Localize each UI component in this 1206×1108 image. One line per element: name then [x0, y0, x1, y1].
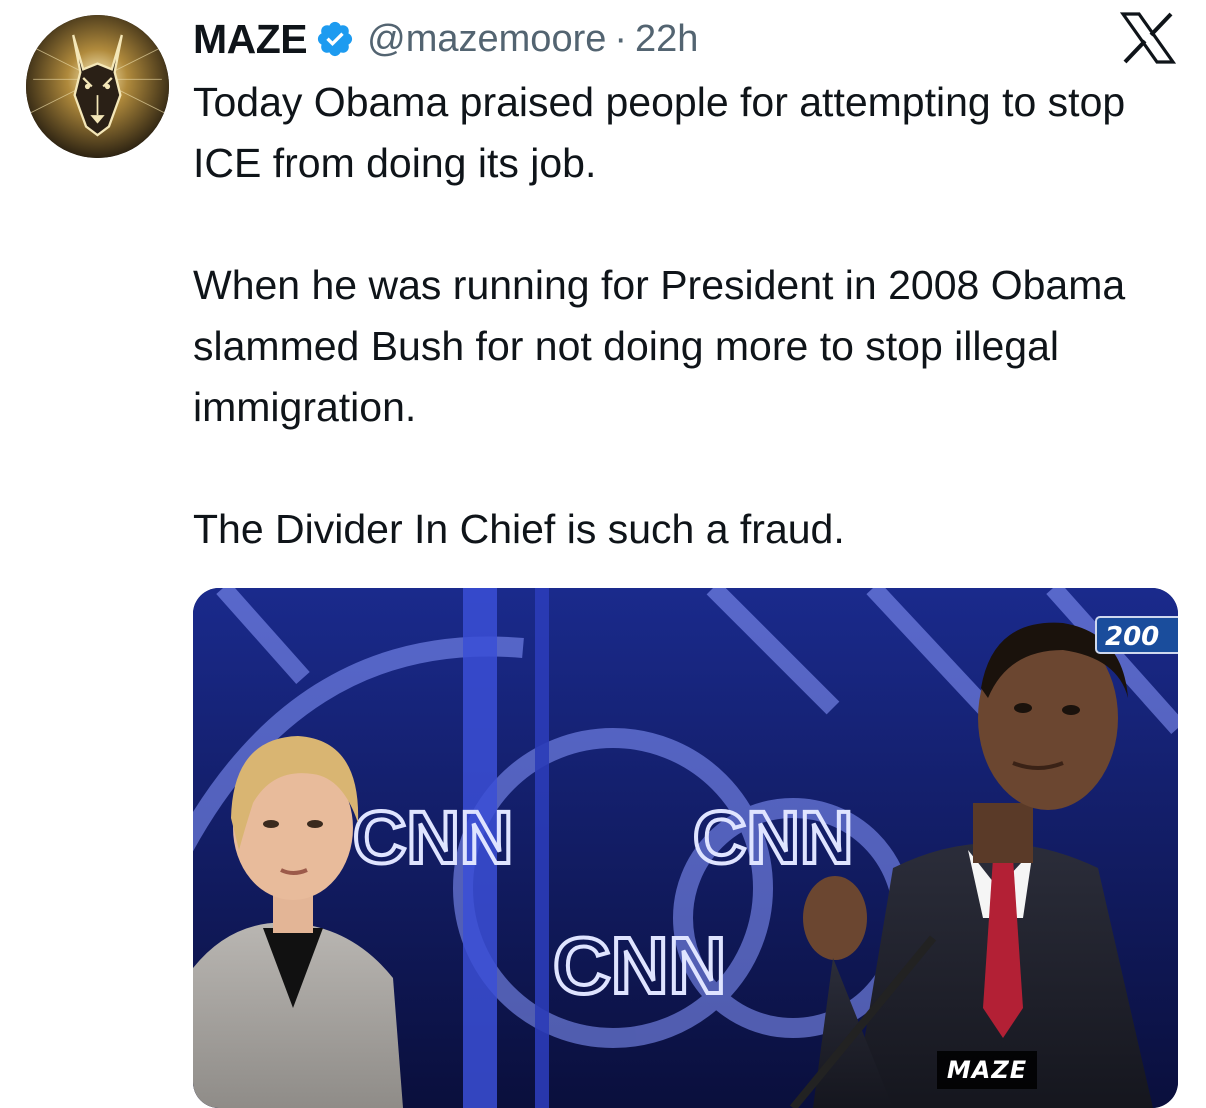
verified-badge-icon[interactable]	[315, 19, 355, 59]
backdrop-text: CNN	[693, 796, 853, 879]
author-handle[interactable]: @mazemoore	[367, 18, 606, 61]
tweet-timestamp[interactable]: 22h	[635, 18, 698, 61]
x-logo-icon	[1120, 12, 1176, 64]
separator-dot: ·	[614, 17, 628, 60]
media-watermark: MAZE	[937, 1051, 1037, 1089]
backdrop-text: CNN	[553, 921, 726, 1010]
tweet-paragraph: When he was running for President in 200…	[193, 262, 1126, 430]
doberman-logo-icon	[26, 15, 169, 158]
tweet-paragraph: Today Obama praised people for attemptin…	[193, 79, 1126, 186]
tweet-body: Today Obama praised people for attemptin…	[193, 72, 1173, 560]
backdrop-text: CNN	[353, 796, 513, 879]
tweet-paragraph: The Divider In Chief is such a fraud.	[193, 506, 845, 552]
avatar[interactable]	[26, 15, 169, 158]
year-badge: 200	[1095, 616, 1178, 654]
tweet-media-video[interactable]: CNN CNN CNN 200 MAZE	[193, 588, 1178, 1108]
tweet-header: MAZE @mazemoore · 22h	[193, 12, 698, 66]
debate-scene-image: CNN CNN CNN	[193, 588, 1178, 1108]
author-display-name[interactable]: MAZE	[193, 16, 308, 63]
